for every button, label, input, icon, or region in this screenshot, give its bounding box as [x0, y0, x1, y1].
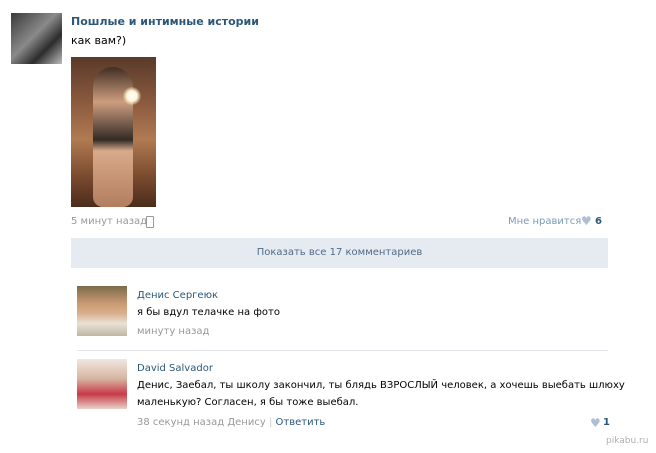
comment-avatar[interactable] — [77, 359, 127, 409]
mobile-phone-icon — [146, 216, 154, 228]
reply-link[interactable]: Ответить — [276, 417, 326, 428]
comment-text-line: маленькую? Согласен, я бы тоже выебал. — [137, 397, 359, 408]
comment-timestamp[interactable]: 38 секунд назад Денису — [137, 417, 266, 428]
watermark: pikabu.ru — [606, 436, 649, 446]
comment-meta: 38 секунд назад Денису | Ответить — [137, 417, 325, 428]
comment-avatar[interactable] — [77, 286, 127, 336]
comment-timestamp[interactable]: минуту назад — [137, 326, 209, 337]
comment-text: я бы вдул телачке на фото — [137, 307, 280, 318]
comment-author-link[interactable]: Денис Сергеюк — [137, 290, 218, 301]
comment-text-line: Денис, Заебал, ты школу закончил, ты бля… — [137, 380, 625, 391]
post-author-link[interactable]: Пошлые и интимные истории — [71, 15, 259, 28]
comment-like-count[interactable]: 1 — [603, 417, 610, 428]
heart-icon[interactable]: ♥ — [581, 215, 592, 227]
post-photo[interactable] — [71, 57, 156, 207]
comment-author-link[interactable]: David Salvador — [137, 363, 213, 374]
community-avatar[interactable] — [11, 13, 62, 64]
post-timestamp[interactable]: 5 минут назад — [71, 216, 147, 227]
like-button-label[interactable]: Мне нравится — [508, 216, 581, 227]
show-all-comments-button[interactable]: Показать все 17 комментариев — [71, 238, 608, 268]
comment-divider — [77, 350, 608, 351]
camera-flash — [123, 87, 141, 105]
post-text: как вам?) — [71, 34, 127, 47]
meta-separator: | — [268, 417, 273, 428]
heart-icon[interactable]: ♥ — [590, 417, 601, 429]
like-count[interactable]: 6 — [595, 216, 602, 227]
